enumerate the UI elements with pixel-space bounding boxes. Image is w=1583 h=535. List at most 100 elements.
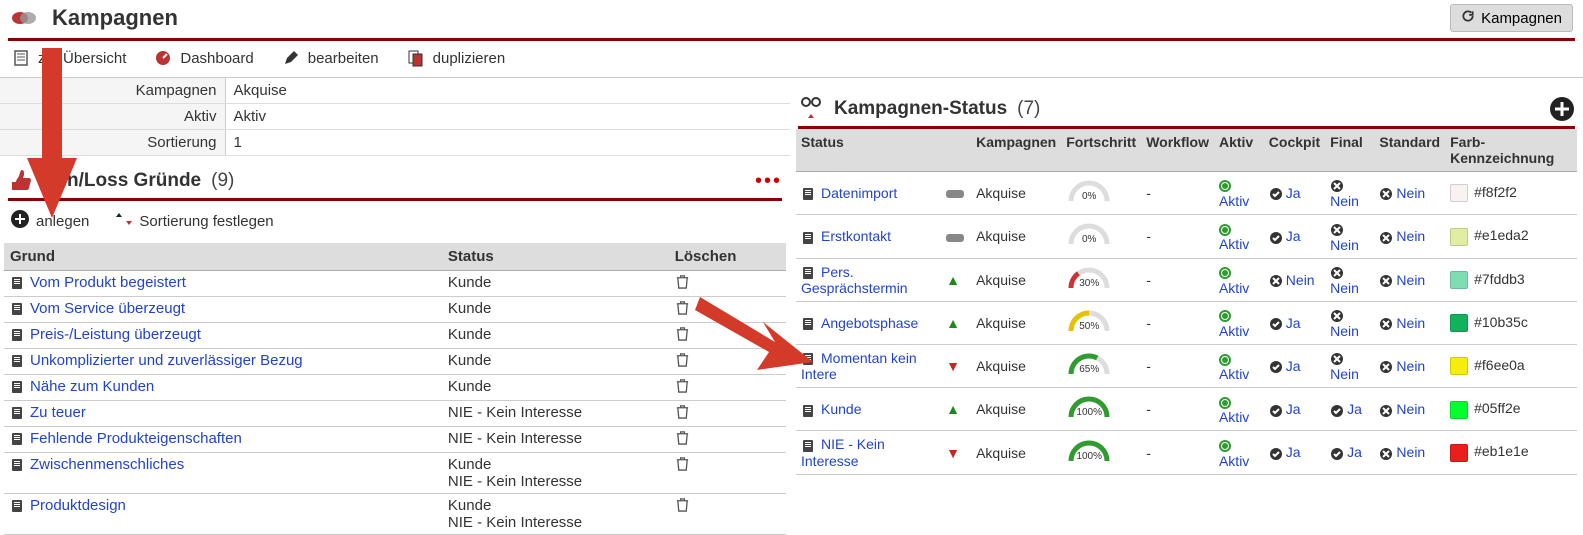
refresh-button[interactable]: Kampagnen: [1450, 4, 1573, 32]
cockpit-link[interactable]: Ja: [1286, 228, 1301, 244]
standard-link[interactable]: Nein: [1396, 228, 1425, 244]
cockpit-link[interactable]: Ja: [1286, 358, 1301, 374]
trash-icon[interactable]: [675, 354, 690, 371]
col-aktiv[interactable]: Aktiv: [1214, 129, 1264, 172]
aktiv-link[interactable]: Aktiv: [1219, 236, 1249, 252]
final-link[interactable]: Nein: [1330, 193, 1359, 209]
grund-link[interactable]: Produktdesign: [30, 497, 126, 514]
grund-link[interactable]: Nähe zum Kunden: [30, 378, 154, 395]
table-row[interactable]: ErstkontaktAkquise 0%-AktivJaNeinNein#e1…: [796, 215, 1577, 258]
standard-link[interactable]: Nein: [1396, 272, 1425, 288]
col-cockpit[interactable]: Cockpit: [1264, 129, 1325, 172]
col-final[interactable]: Final: [1325, 129, 1374, 172]
table-row[interactable]: Vom Service überzeugtKunde: [4, 297, 786, 323]
trash-icon[interactable]: [675, 328, 690, 345]
final-link[interactable]: Nein: [1330, 280, 1359, 296]
table-row[interactable]: ProduktdesignKundeNIE - Kein Interesse: [4, 494, 786, 535]
aktiv-link[interactable]: Aktiv: [1219, 193, 1249, 209]
trash-icon[interactable]: [675, 276, 690, 293]
winloss-title: Win/Loss Gründe: [44, 170, 201, 192]
table-row[interactable]: Angebotsphase▲Akquise 50%-AktivJaNeinNei…: [796, 301, 1577, 344]
table-row[interactable]: Vom Produkt begeistertKunde: [4, 271, 786, 297]
toolbar-duplicate[interactable]: duplizieren: [407, 49, 506, 67]
final-link[interactable]: Nein: [1330, 237, 1359, 253]
grund-link[interactable]: Zwischenmenschliches: [30, 456, 184, 473]
table-row[interactable]: Momentan kein Intere▼Akquise 65%-AktivJa…: [796, 345, 1577, 388]
toolbar-dashboard[interactable]: Dashboard: [154, 49, 253, 67]
final-link[interactable]: Nein: [1330, 366, 1359, 382]
cockpit-link[interactable]: Ja: [1286, 185, 1301, 201]
trash-icon[interactable]: [675, 302, 690, 319]
cell-fortschritt: 65%: [1061, 345, 1141, 388]
trash-icon[interactable]: [675, 458, 690, 475]
status-link[interactable]: Datenimport: [821, 185, 897, 201]
toolbar-overview[interactable]: zur Übersicht: [12, 49, 126, 67]
status-link[interactable]: Pers. Gesprächstermin: [801, 264, 908, 296]
standard-link[interactable]: Nein: [1396, 401, 1425, 417]
col-status[interactable]: Status: [442, 243, 669, 271]
aktiv-link[interactable]: Aktiv: [1219, 280, 1249, 296]
col-status[interactable]: Status: [796, 129, 941, 172]
aktiv-link[interactable]: Aktiv: [1219, 409, 1249, 425]
grund-link[interactable]: Preis-/Leistung überzeugt: [30, 326, 201, 343]
more-icon[interactable]: •••: [755, 170, 782, 193]
trash-icon[interactable]: [675, 499, 690, 516]
table-row[interactable]: Kunde▲Akquise 100%-AktivJaJaNein#05ff2e: [796, 388, 1577, 431]
cell-direction: ▼: [941, 431, 971, 474]
cockpit-link[interactable]: Ja: [1286, 401, 1301, 417]
anlegen-button[interactable]: anlegen: [10, 209, 89, 233]
standard-link[interactable]: Nein: [1396, 444, 1425, 460]
standard-link[interactable]: Nein: [1396, 185, 1425, 201]
standard-link[interactable]: Nein: [1396, 358, 1425, 374]
table-row[interactable]: Fehlende ProdukteigenschaftenNIE - Kein …: [4, 427, 786, 453]
grund-link[interactable]: Fehlende Produkteigenschaften: [30, 430, 242, 447]
cockpit-link[interactable]: Ja: [1286, 444, 1301, 460]
sortierung-button[interactable]: Sortierung festlegen: [115, 210, 273, 232]
table-row[interactable]: Pers. Gesprächstermin▲Akquise 30%-AktivN…: [796, 258, 1577, 301]
col-standard[interactable]: Standard: [1374, 129, 1445, 172]
final-link[interactable]: Ja: [1347, 401, 1362, 417]
col-grund[interactable]: Grund: [4, 243, 442, 271]
standard-link[interactable]: Nein: [1396, 315, 1425, 331]
final-link[interactable]: Nein: [1330, 323, 1359, 339]
aktiv-link[interactable]: Aktiv: [1219, 453, 1249, 469]
table-row[interactable]: DatenimportAkquise 0%-AktivJaNeinNein#f8…: [796, 172, 1577, 215]
grund-link[interactable]: Zu teuer: [30, 404, 86, 421]
grund-link[interactable]: Vom Produkt begeistert: [30, 274, 186, 291]
col-workflow[interactable]: Workflow: [1141, 129, 1214, 172]
col-loeschen[interactable]: Löschen: [669, 243, 786, 271]
cell-final: Nein: [1325, 172, 1374, 215]
trash-icon[interactable]: [675, 432, 690, 449]
col-farb[interactable]: Farb-Kennzeichnung: [1445, 129, 1577, 172]
cockpit-link[interactable]: Ja: [1286, 315, 1301, 331]
check-circle-icon: [1269, 404, 1283, 418]
check-circle-icon: [1269, 231, 1283, 245]
grund-link[interactable]: Unkomplizierter und zuverlässiger Bezug: [30, 352, 303, 369]
arrow-up-icon: ▲: [946, 315, 960, 331]
table-row[interactable]: ZwischenmenschlichesKundeNIE - Kein Inte…: [4, 453, 786, 494]
table-row[interactable]: Preis-/Leistung überzeugt Kunde: [4, 323, 786, 349]
status-link[interactable]: Erstkontakt: [821, 228, 891, 244]
trash-icon[interactable]: [675, 406, 690, 423]
cockpit-link[interactable]: Nein: [1286, 272, 1315, 288]
cell-standard: Nein: [1374, 301, 1445, 344]
trash-icon[interactable]: [675, 380, 690, 397]
status-link[interactable]: Momentan kein Intere: [801, 350, 917, 382]
table-row[interactable]: Nähe zum KundenKunde: [4, 375, 786, 401]
status-link[interactable]: Angebotsphase: [821, 315, 918, 331]
aktiv-link[interactable]: Aktiv: [1219, 366, 1249, 382]
add-button[interactable]: [1549, 96, 1575, 122]
table-row[interactable]: Unkomplizierter und zuverlässiger BezugK…: [4, 349, 786, 375]
status-value: Kunde: [448, 326, 663, 343]
grund-link[interactable]: Vom Service überzeugt: [30, 300, 185, 317]
status-value: Kunde: [448, 497, 663, 514]
table-row[interactable]: Zu teuerNIE - Kein Interesse: [4, 401, 786, 427]
col-kampagnen[interactable]: Kampagnen: [971, 129, 1061, 172]
toolbar-edit[interactable]: bearbeiten: [282, 49, 379, 67]
col-fortschritt[interactable]: Fortschritt: [1061, 129, 1141, 172]
table-row[interactable]: NIE - Kein Interesse▼Akquise 100%-AktivJ…: [796, 431, 1577, 474]
status-link[interactable]: Kunde: [821, 401, 861, 417]
aktiv-link[interactable]: Aktiv: [1219, 323, 1249, 339]
final-link[interactable]: Ja: [1347, 444, 1362, 460]
cell-grund: Vom Service überzeugt: [4, 297, 442, 323]
